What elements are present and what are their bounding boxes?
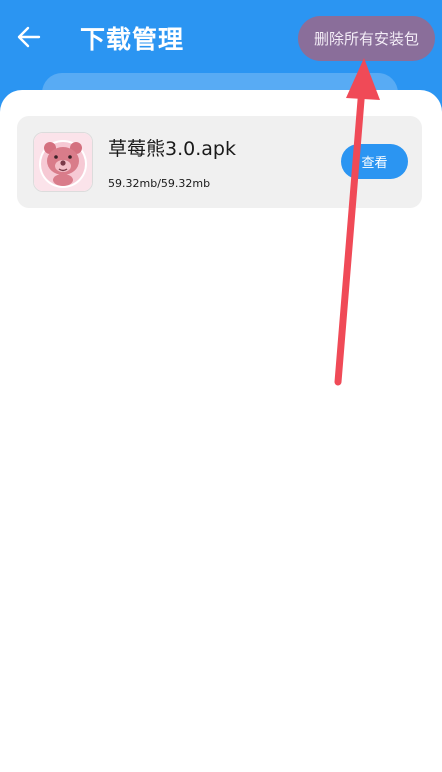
app-file-name: 草莓熊3.0.apk xyxy=(108,138,236,160)
download-size: 59.32mb/59.32mb xyxy=(108,177,211,190)
view-button[interactable]: 查看 xyxy=(341,144,408,179)
download-item: 草莓熊3.0.apk 59.32mb/59.32mb 查看 xyxy=(17,116,422,208)
delete-all-packages-button[interactable]: 删除所有安装包 xyxy=(298,16,435,61)
arrow-left-icon xyxy=(17,26,41,48)
page-title: 下载管理 xyxy=(80,25,185,54)
strawberry-bear-icon xyxy=(33,132,93,192)
download-manager-screen: 下载管理 删除所有安装包 草莓熊3.0.apk 59.32mb/59.32mb xyxy=(0,0,442,772)
back-button[interactable] xyxy=(14,22,44,52)
